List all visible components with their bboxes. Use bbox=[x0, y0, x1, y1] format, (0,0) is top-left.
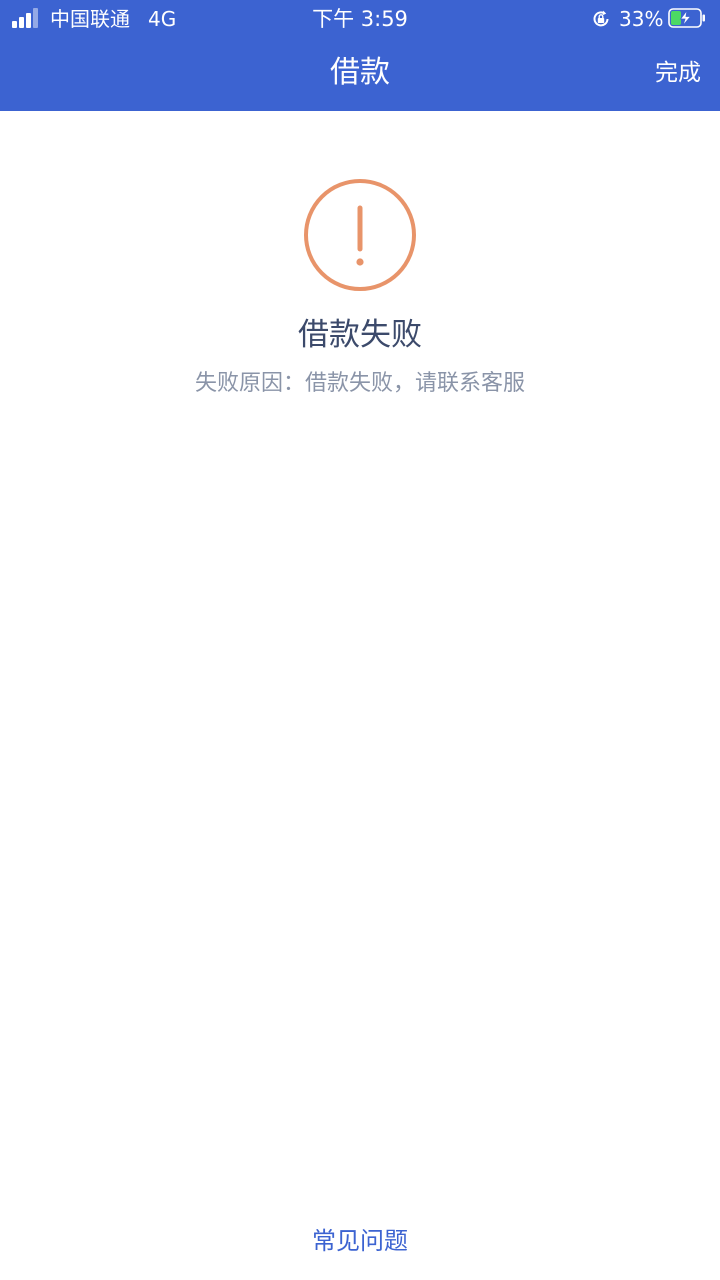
status-bar: 中国联通 4G 下午 3:59 33% bbox=[0, 0, 720, 38]
faq-link[interactable]: 常见问题 bbox=[0, 1224, 720, 1258]
page-title: 借款 bbox=[330, 55, 390, 90]
orientation-lock-icon bbox=[593, 10, 609, 27]
top-bar: 中国联通 4G 下午 3:59 33% 借款 完成 bbox=[0, 0, 720, 111]
failure-reason: 失败原因：借款失败，请联系客服 bbox=[194, 371, 525, 396]
status-time: 下午 3:59 bbox=[312, 7, 408, 31]
warning-exclamation-circle-icon bbox=[304, 179, 416, 291]
result-title: 借款失败 bbox=[298, 317, 422, 353]
battery-charging-icon bbox=[668, 8, 705, 28]
loan-result-screen: 中国联通 4G 下午 3:59 33% 借款 完成 借款失败 失败原因：借款失败… bbox=[0, 0, 720, 1280]
done-button[interactable]: 完成 bbox=[655, 56, 701, 90]
battery-percent: 33% bbox=[619, 7, 664, 31]
